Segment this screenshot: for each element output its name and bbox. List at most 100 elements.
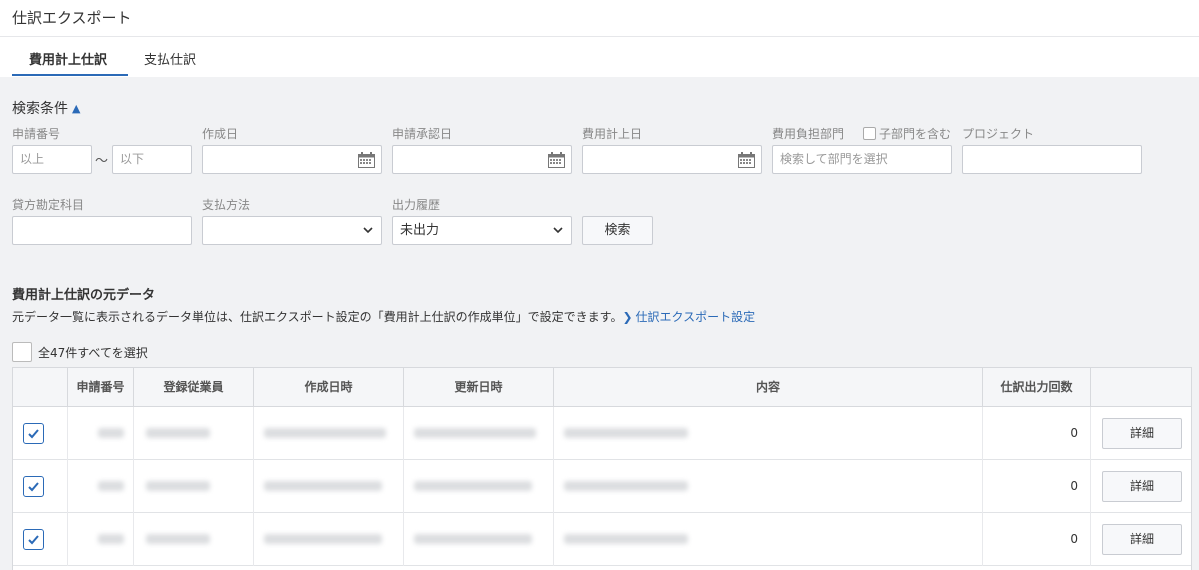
project-label: プロジェクト [962,127,1035,141]
output-count: 0 [1070,426,1078,440]
content-cell [554,460,983,513]
redacted-text [264,534,382,544]
checkmark-icon [28,429,39,439]
header-updated-at: 更新日時 [404,368,554,407]
header-action [1091,368,1191,407]
application-number-cell [68,407,134,460]
header-created-at: 作成日時 [254,368,404,407]
redacted-text [414,481,532,491]
table-row[interactable]: 0 詳細 [13,407,1191,460]
updated-at-cell [404,407,554,460]
output-history-value: 未出力 [400,223,440,238]
search-button[interactable]: 検索 [582,216,653,245]
range-separator: ～ [95,154,109,169]
created-date-label: 作成日 [202,127,239,141]
calendar-icon[interactable] [548,152,565,168]
created-date-input[interactable] [202,145,382,174]
redacted-text [564,428,688,438]
chevron-down-icon [363,227,373,234]
chevron-right-icon: ❯ [622,310,633,324]
header-output-count: 仕訳出力回数 [983,368,1091,407]
table-row[interactable]: 0 詳細 [13,513,1191,566]
header-application-number: 申請番号 [68,368,134,407]
redacted-text [564,534,688,544]
header-content: 内容 [554,368,983,407]
employee-cell [134,460,254,513]
application-number-cell [68,513,134,566]
expense-date-label: 費用計上日 [582,127,643,141]
redacted-text [414,534,532,544]
tab-payment-journal[interactable]: 支払仕訳 [144,49,196,68]
checkmark-icon [28,482,39,492]
include-children-checkbox[interactable] [863,127,876,140]
redacted-text [98,428,124,438]
project-input[interactable] [962,145,1142,174]
output-count-cell: 0 [983,407,1091,460]
row-checkbox-cell [13,407,68,460]
row-checkbox[interactable] [23,476,44,497]
content-cell [554,513,983,566]
calendar-icon[interactable] [738,152,755,168]
search-conditions-toggle[interactable]: 検索条件 ▲ [12,98,80,118]
redacted-text [264,428,386,438]
include-children-label: 子部門を含む [879,127,952,141]
output-count-cell: 0 [983,460,1091,513]
row-checkbox-cell [13,513,68,566]
description-text: 元データ一覧に表示されるデータ単位は、仕訳エクスポート設定の「費用計上仕訳の作成… [12,310,617,324]
output-count: 0 [1070,479,1078,493]
chevron-down-icon [553,227,563,234]
header-employee: 登録従業員 [134,368,254,407]
content-cell [554,407,983,460]
created-at-cell [254,460,404,513]
output-count: 0 [1070,532,1078,546]
journal-data-table: 申請番号 登録従業員 作成日時 更新日時 内容 仕訳出力回数 0 詳細 0 詳細 [12,367,1192,570]
row-checkbox[interactable] [23,423,44,444]
department-label: 費用負担部門 [772,127,845,141]
header-bar: 仕訳エクスポート [0,0,1199,37]
application-number-cell [68,460,134,513]
approval-date-label: 申請承認日 [392,127,453,141]
output-history-label: 出力履歴 [392,198,441,212]
approval-date-input[interactable] [392,145,572,174]
row-checkbox[interactable] [23,529,44,550]
page-title: 仕訳エクスポート [12,9,132,27]
table-row[interactable]: 0 詳細 [13,460,1191,513]
search-conditions-title: 検索条件 [12,101,68,117]
redacted-text [146,534,210,544]
redacted-text [264,481,382,491]
tab-expense-journal[interactable]: 費用計上仕訳 [29,49,107,68]
row-checkbox-cell [13,460,68,513]
created-at-cell [254,407,404,460]
employee-cell [134,407,254,460]
detail-button[interactable]: 詳細 [1102,418,1182,449]
section-title: 費用計上仕訳の元データ [12,288,156,303]
payment-method-select[interactable] [202,216,382,245]
employee-cell [134,513,254,566]
output-count-cell: 0 [983,513,1091,566]
updated-at-cell [404,460,554,513]
department-search-input[interactable]: 検索して部門を選択 [772,145,952,174]
checkmark-icon [28,535,39,545]
created-at-cell [254,513,404,566]
payment-method-label: 支払方法 [202,198,251,212]
header-checkbox-col [13,368,68,407]
expense-date-input[interactable] [582,145,762,174]
application-number-from-input[interactable]: 以上 [12,145,92,174]
tab-bar: 費用計上仕訳 支払仕訳 [0,37,1199,77]
output-history-select[interactable]: 未出力 [392,216,572,245]
detail-button[interactable]: 詳細 [1102,471,1182,502]
chevron-up-icon: ▲ [72,102,81,115]
application-number-to-input[interactable]: 以下 [112,145,192,174]
redacted-text [98,534,124,544]
redacted-text [98,481,124,491]
credit-account-input[interactable] [12,216,192,245]
updated-at-cell [404,513,554,566]
detail-button[interactable]: 詳細 [1102,524,1182,555]
redacted-text [414,428,536,438]
redacted-text [146,481,210,491]
application-number-label: 申請番号 [12,127,61,141]
table-header: 申請番号 登録従業員 作成日時 更新日時 内容 仕訳出力回数 [13,368,1191,407]
calendar-icon[interactable] [358,152,375,168]
export-settings-link[interactable]: 仕訳エクスポート設定 [636,310,756,324]
select-all-checkbox[interactable] [12,342,32,362]
